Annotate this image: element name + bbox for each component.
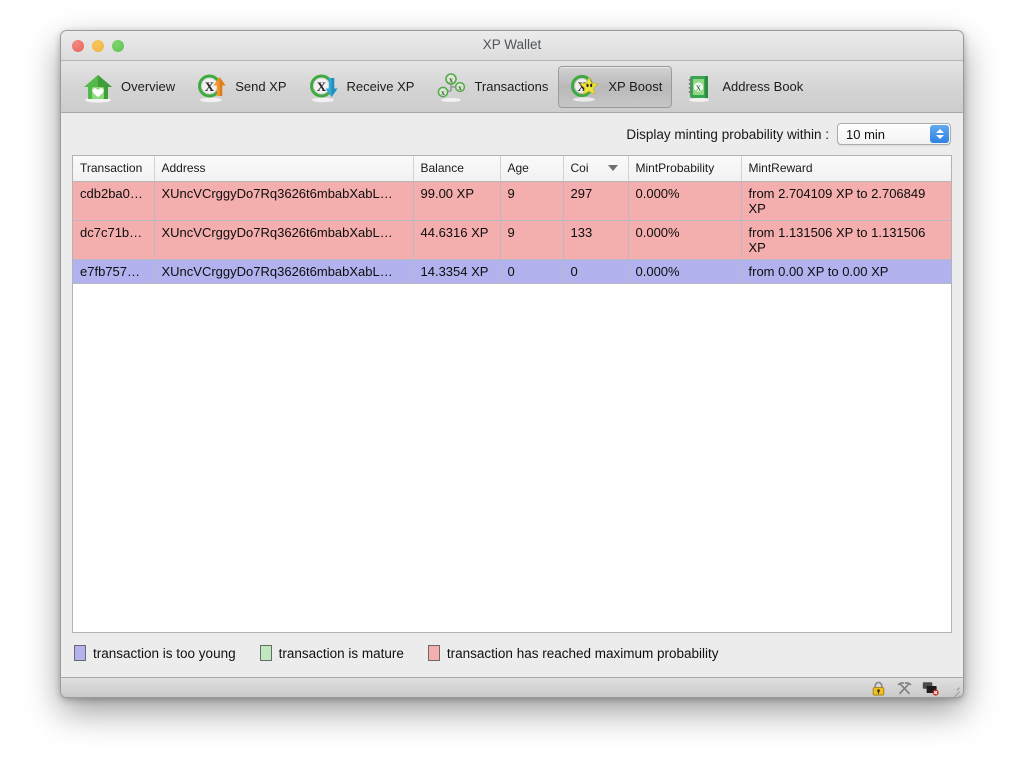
tab-label: Receive XP <box>346 79 415 94</box>
cell-mintprobability: 0.000% <box>628 259 742 284</box>
column-header-address[interactable]: Address <box>154 156 414 182</box>
star-coin-icon: X <box>568 70 602 104</box>
tab-label: Transactions <box>474 79 549 94</box>
title-bar: XP Wallet <box>61 31 963 61</box>
tab-overview[interactable]: Overview <box>71 66 185 108</box>
cell-transaction: e7fb757… <box>73 259 155 284</box>
table-row[interactable]: e7fb757… XUncVCrggyDo7Rq3626t6mbabXabL… … <box>73 259 951 284</box>
column-header-mintreward[interactable]: MintReward <box>741 156 951 182</box>
minting-window-value: 10 min <box>846 126 886 142</box>
cell-age: 0 <box>500 259 564 284</box>
status-bar <box>61 677 963 697</box>
app-window: XP Wallet Overview X Send XP X Receive X… <box>60 30 964 698</box>
nodes-icon: X X X <box>434 70 468 104</box>
column-header-age[interactable]: Age <box>500 156 564 182</box>
legend-swatch <box>74 645 86 661</box>
cell-balance: 99.00 XP <box>413 181 501 221</box>
resize-grip[interactable] <box>946 683 960 697</box>
legend-label: transaction has reached maximum probabil… <box>446 645 719 661</box>
table-row[interactable]: dc7c71b… XUncVCrggyDo7Rq3626t6mbabXabL… … <box>73 220 951 260</box>
tab-receive-xp[interactable]: X Receive XP <box>297 66 425 108</box>
svg-text:X: X <box>696 83 702 92</box>
tab-label: Overview <box>121 79 176 94</box>
table-header-row: Transaction Address Balance Age Coi Mint… <box>73 156 951 182</box>
chevron-updown-icon[interactable] <box>930 125 949 143</box>
cell-transaction: dc7c71b… <box>73 220 155 260</box>
table-row[interactable]: cdb2ba0… XUncVCrggyDo7Rq3626t6mbabXabL… … <box>73 181 951 221</box>
svg-text:X: X <box>449 78 454 84</box>
filter-row: Display minting probability within : 10 … <box>72 113 952 155</box>
column-header-coinday-label: Coi <box>570 161 589 176</box>
cell-age: 9 <box>500 181 564 221</box>
legend-item-max-probability: transaction has reached maximum probabil… <box>427 645 719 661</box>
cell-address: XUncVCrggyDo7Rq3626t6mbabXabL… <box>154 259 414 284</box>
tab-transactions[interactable]: X X X Transactions <box>424 66 558 108</box>
cell-balance: 44.6316 XP <box>413 220 501 260</box>
tab-send-xp[interactable]: X Send XP <box>185 66 296 108</box>
cell-age: 9 <box>500 220 564 260</box>
svg-text:X: X <box>205 79 215 94</box>
column-header-mintprobability[interactable]: MintProbability <box>628 156 742 182</box>
tab-label: Address Book <box>722 79 804 94</box>
status-legend: transaction is too young transaction is … <box>72 633 952 673</box>
cell-address: XUncVCrggyDo7Rq3626t6mbabXabL… <box>154 181 414 221</box>
legend-item-mature: transaction is mature <box>259 645 404 661</box>
lock-icon[interactable] <box>870 681 887 696</box>
home-icon <box>81 70 115 104</box>
cell-coinday: 133 <box>563 220 629 260</box>
send-coin-icon: X <box>195 70 229 104</box>
svg-text:X: X <box>458 86 462 92</box>
transactions-table[interactable]: Transaction Address Balance Age Coi Mint… <box>72 155 952 633</box>
cell-transaction: cdb2ba0… <box>73 181 155 221</box>
legend-swatch <box>427 645 440 661</box>
receive-coin-icon: X <box>307 70 341 104</box>
sort-descending-icon <box>607 165 618 171</box>
cell-mintreward: from 1.131506 XP to 1.131506 XP <box>741 220 951 260</box>
legend-swatch <box>259 645 272 661</box>
svg-text:X: X <box>316 79 326 94</box>
column-header-balance[interactable]: Balance <box>413 156 501 182</box>
legend-label: transaction is too young <box>93 645 236 661</box>
legend-item-too-young: transaction is too young <box>74 645 236 661</box>
svg-text:X: X <box>441 91 445 97</box>
toolbar: Overview X Send XP X Receive XP X X X Tr… <box>61 61 963 113</box>
main-content: Display minting probability within : 10 … <box>61 113 963 677</box>
cell-coinday: 297 <box>563 181 629 221</box>
minting-window-select[interactable]: 10 min <box>837 123 951 145</box>
cell-mintreward: from 0.00 XP to 0.00 XP <box>741 259 951 284</box>
tab-address-book[interactable]: X Address Book <box>672 66 813 108</box>
filter-label: Display minting probability within : <box>626 126 829 142</box>
cell-address: XUncVCrggyDo7Rq3626t6mbabXabL… <box>154 220 414 260</box>
column-header-coinday[interactable]: Coi <box>563 156 629 182</box>
legend-label: transaction is mature <box>278 645 404 661</box>
cell-coinday: 0 <box>563 259 629 284</box>
column-header-transaction[interactable]: Transaction <box>73 156 155 182</box>
network-off-icon[interactable] <box>922 681 939 696</box>
cell-mintreward: from 2.704109 XP to 2.706849 XP <box>741 181 951 221</box>
window-title: XP Wallet <box>482 37 542 52</box>
tab-label: XP Boost <box>608 79 663 94</box>
cell-balance: 14.3354 XP <box>413 259 501 284</box>
address-book-icon: X <box>682 70 716 104</box>
tab-label: Send XP <box>235 79 287 94</box>
tab-xp-boost[interactable]: X XP Boost <box>558 65 673 108</box>
cell-mintprobability: 0.000% <box>628 181 742 221</box>
cell-mintprobability: 0.000% <box>628 220 742 260</box>
mining-icon[interactable] <box>896 681 913 696</box>
